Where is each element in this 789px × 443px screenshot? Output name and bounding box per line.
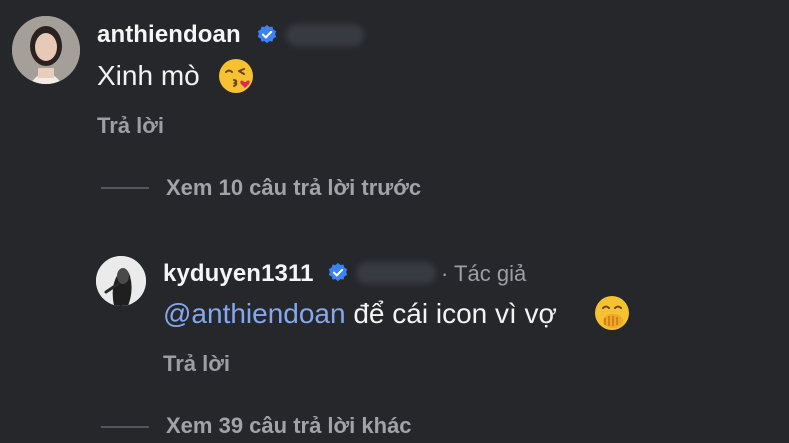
thread-line [101, 426, 149, 428]
comment-text: Xinh mò [97, 60, 200, 91]
mention-link[interactable]: @anthiendoan [163, 298, 346, 329]
view-more-replies-button[interactable]: Xem 39 câu trả lời khác [166, 413, 412, 439]
reply-text: @anthiendoan để cái icon vì vợ [163, 298, 557, 329]
view-previous-replies-button[interactable]: Xem 10 câu trả lời trước [166, 175, 421, 201]
thread-line [101, 187, 149, 189]
timestamp-blurred [356, 262, 436, 284]
avatar-anthiendoan[interactable] [12, 16, 80, 84]
face-with-hand-over-mouth-emoji-icon [593, 294, 631, 332]
username-anthiendoan[interactable]: anthiendoan [97, 21, 241, 49]
author-tag: · Tác giả [441, 261, 527, 286]
timestamp-blurred [286, 24, 364, 46]
kissing-face-with-heart-emoji-icon [217, 57, 255, 95]
verified-badge-icon [257, 24, 277, 44]
verified-badge-icon [328, 262, 348, 282]
reply-button[interactable]: Trả lời [163, 351, 230, 377]
avatar-kyduyen1311[interactable] [96, 256, 146, 306]
reply-button[interactable]: Trả lời [97, 113, 164, 139]
username-kyduyen1311[interactable]: kyduyen1311 [163, 260, 314, 288]
